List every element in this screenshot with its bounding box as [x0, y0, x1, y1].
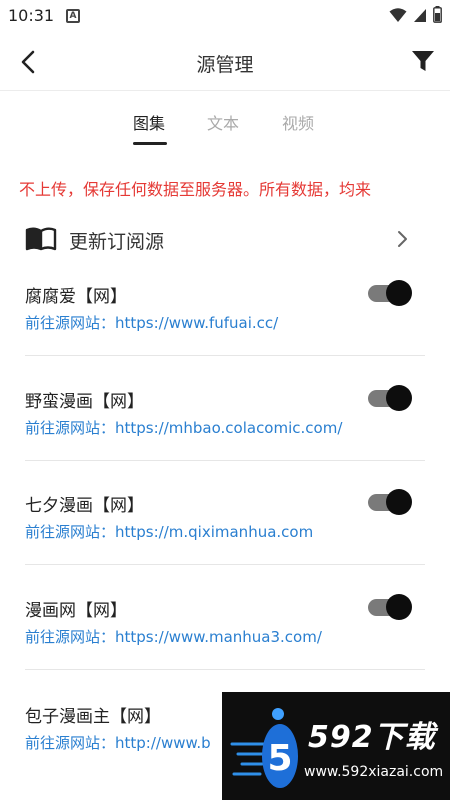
toggle-knob	[386, 280, 412, 306]
tab-video[interactable]: 视频	[282, 110, 314, 134]
watermark-badge: 5 592下载 www.592xiazai.com	[222, 692, 450, 800]
watermark-brand: 592下载	[308, 720, 436, 755]
source-toggle[interactable]	[366, 279, 414, 307]
page-title: 源管理	[196, 54, 254, 76]
status-time: 10:31	[8, 6, 55, 25]
source-link[interactable]: 前往源网站：https://www.manhua3.com/	[25, 626, 322, 647]
tab-indicator	[133, 142, 167, 145]
screen: 10:31 A 源管理 图集 文本 视频 不上传，保存任何数据至服务器。所有数据…	[0, 0, 450, 800]
source-name: 七夕漫画【网】	[25, 496, 144, 516]
source-toggle[interactable]	[366, 384, 414, 412]
toolbar: 源管理	[0, 34, 450, 90]
source-toggle[interactable]	[366, 488, 414, 516]
source-link[interactable]: 前往源网站：https://www.fufuai.cc/	[25, 312, 278, 333]
source-link[interactable]: 前往源网站：http://www.b	[25, 732, 211, 753]
watermark-url: www.592xiazai.com	[304, 764, 444, 780]
battery-icon	[433, 6, 442, 23]
status-icons	[389, 6, 442, 23]
source-name: 腐腐爱【网】	[25, 287, 127, 307]
watermark-logo-icon: 5	[230, 708, 298, 788]
item-divider	[25, 669, 425, 670]
source-item: 漫画网【网】 前往源网站：https://www.manhua3.com/	[0, 593, 450, 700]
update-subscription-label: 更新订阅源	[69, 231, 165, 253]
source-name: 野蛮漫画【网】	[25, 392, 144, 412]
source-item: 腐腐爱【网】 前往源网站：https://www.fufuai.cc/	[0, 279, 450, 386]
source-name: 包子漫画主【网】	[25, 707, 161, 727]
source-link[interactable]: 前往源网站：https://m.qiximanhua.com	[25, 521, 313, 542]
toggle-knob	[386, 489, 412, 515]
item-divider	[25, 460, 425, 461]
source-item: 七夕漫画【网】 前往源网站：https://m.qiximanhua.com	[0, 488, 450, 595]
source-link[interactable]: 前往源网站：https://mhbao.colacomic.com/	[25, 417, 342, 438]
notice-text: 不上传，保存任何数据至服务器。所有数据，均来	[19, 180, 372, 199]
notice-marquee: 不上传，保存任何数据至服务器。所有数据，均来	[0, 172, 450, 202]
source-name: 漫画网【网】	[25, 601, 127, 621]
filter-icon	[412, 51, 434, 71]
book-icon	[25, 227, 57, 251]
toggle-knob	[386, 385, 412, 411]
item-divider	[25, 564, 425, 565]
item-divider	[25, 355, 425, 356]
chevron-right-icon	[398, 231, 407, 247]
source-toggle[interactable]	[366, 593, 414, 621]
update-subscription-row[interactable]: 更新订阅源	[0, 220, 450, 260]
tab-gallery[interactable]: 图集	[133, 110, 165, 134]
signal-icon	[414, 8, 426, 22]
filter-button[interactable]	[410, 48, 436, 74]
watermark-logo-char: 5	[267, 738, 292, 779]
toggle-knob	[386, 594, 412, 620]
toolbar-divider	[0, 90, 450, 91]
a-notification-icon: A	[66, 9, 80, 23]
status-bar: 10:31 A	[0, 0, 450, 34]
source-item: 野蛮漫画【网】 前往源网站：https://mhbao.colacomic.co…	[0, 384, 450, 491]
tab-text[interactable]: 文本	[207, 110, 239, 134]
tab-bar: 图集 文本 视频	[0, 104, 450, 148]
wifi-icon	[389, 7, 407, 22]
